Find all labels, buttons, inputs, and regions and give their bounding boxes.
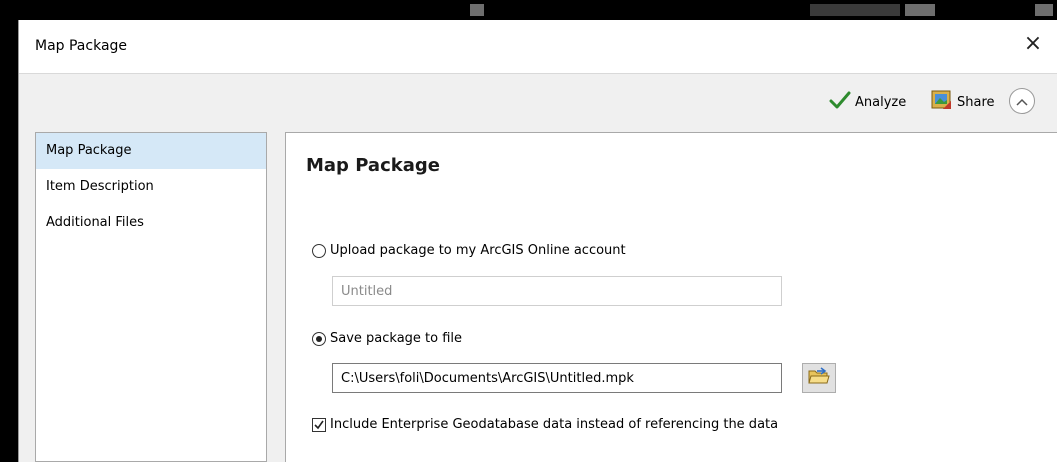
analyze-button[interactable]: Analyze: [829, 90, 906, 114]
toolbar: Analyze Share: [19, 74, 1057, 132]
background-strip: [0, 0, 1057, 20]
sidebar-item-label: Map Package: [46, 143, 132, 158]
sidebar-item-map-package[interactable]: Map Package: [36, 133, 266, 169]
close-button[interactable]: ×: [1021, 32, 1045, 56]
sidebar-item-label: Additional Files: [46, 215, 144, 230]
upload-option[interactable]: Upload package to my ArcGIS Online accou…: [312, 243, 626, 258]
sidebar: Map Package Item Description Additional …: [35, 132, 267, 462]
upload-radio[interactable]: [312, 243, 326, 258]
include-option-label: Include Enterprise Geodatabase data inst…: [330, 417, 779, 432]
background-fragment: [470, 4, 484, 16]
upload-option-label: Upload package to my ArcGIS Online accou…: [330, 243, 626, 258]
upload-name-input[interactable]: [332, 276, 782, 306]
folder-icon: [808, 366, 830, 390]
share-icon: [931, 89, 953, 115]
sidebar-item-additional-files[interactable]: Additional Files: [36, 205, 266, 241]
main-panel: Map Package Upload package to my ArcGIS …: [285, 132, 1057, 462]
include-checkbox[interactable]: [312, 417, 326, 432]
browse-button[interactable]: [802, 363, 836, 393]
checkmark-icon: [829, 90, 851, 114]
background-fragment: [1035, 4, 1053, 16]
save-option-label: Save package to file: [330, 331, 463, 346]
dialog-title: Map Package: [35, 38, 128, 54]
share-label: Share: [957, 94, 995, 110]
save-option[interactable]: Save package to file: [312, 331, 462, 346]
sidebar-item-item-description[interactable]: Item Description: [36, 169, 266, 205]
collapse-button[interactable]: [1009, 88, 1035, 114]
save-radio[interactable]: [312, 331, 326, 346]
include-option[interactable]: Include Enterprise Geodatabase data inst…: [312, 417, 778, 432]
chevron-up-icon: [1015, 92, 1029, 111]
sidebar-item-label: Item Description: [46, 179, 154, 194]
panel-title: Map Package: [306, 155, 440, 176]
background-fragment: [905, 4, 935, 16]
map-package-dialog: Map Package × Analyze Share Map Package …: [18, 20, 1057, 462]
background-fragment: [810, 4, 900, 16]
title-bar: Map Package ×: [19, 20, 1057, 74]
share-button[interactable]: Share: [931, 90, 995, 114]
analyze-label: Analyze: [855, 94, 907, 110]
file-path-input[interactable]: [332, 363, 782, 393]
checkbox-check-icon: [314, 420, 324, 429]
